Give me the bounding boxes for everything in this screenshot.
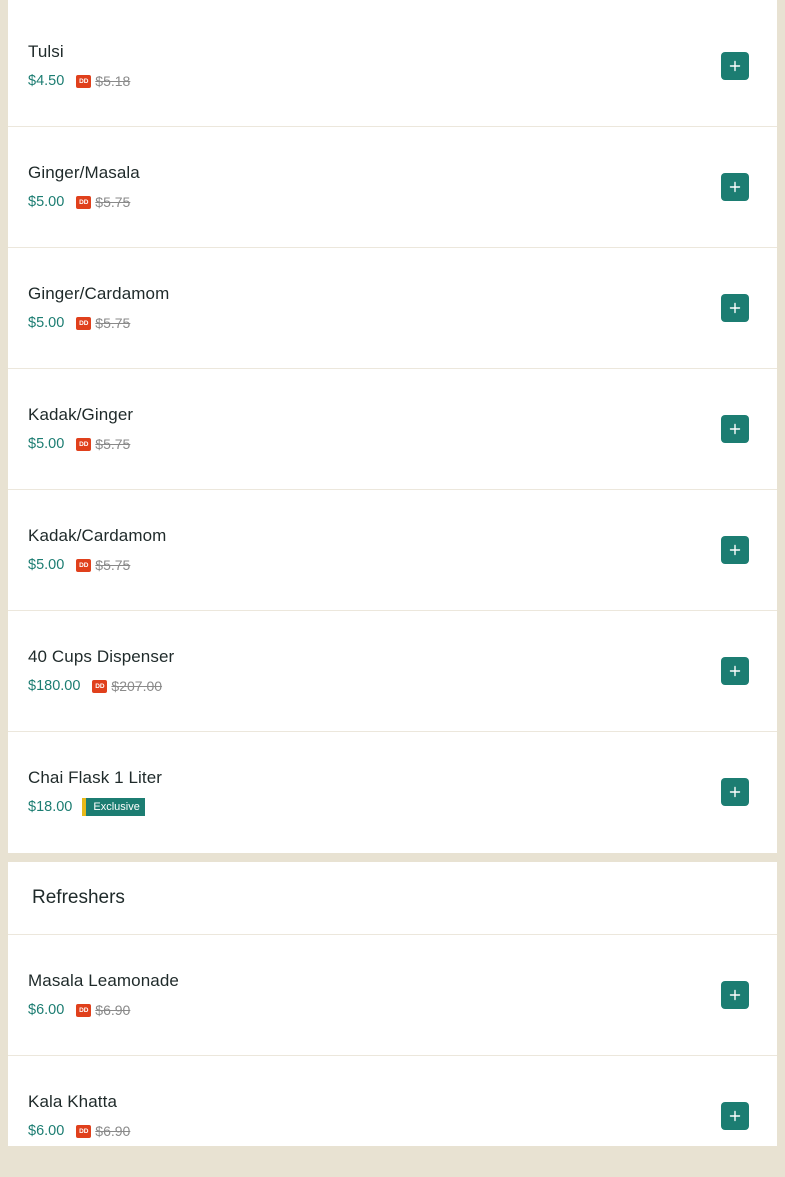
menu-item[interactable]: Kala Khatta $6.00 DD $6.90 <box>8 1056 777 1177</box>
item-name: Masala Leamonade <box>28 971 179 990</box>
plus-icon <box>729 665 741 677</box>
discount-badge: DD <box>76 316 92 330</box>
add-button[interactable] <box>721 657 749 685</box>
menu-item[interactable]: 40 Cups Dispenser $180.00 DD $207.00 <box>8 611 777 732</box>
plus-icon <box>729 181 741 193</box>
menu-item[interactable]: Kadak/Ginger $5.00 DD $5.75 <box>8 369 777 490</box>
add-button[interactable] <box>721 173 749 201</box>
item-name: Chai Flask 1 Liter <box>28 768 163 787</box>
original-price: $5.75 <box>95 194 131 210</box>
exclusive-tag: Exclusive <box>82 798 145 816</box>
original-price: $5.75 <box>95 436 131 452</box>
discount-badge: DD <box>76 1124 92 1138</box>
item-name: Kadak/Cardamom <box>28 526 167 545</box>
price-row: $6.00 DD $6.90 <box>28 1122 130 1140</box>
menu-item[interactable]: Kadak/Cardamom $5.00 DD $5.75 <box>8 490 777 611</box>
refreshers-section-card: Refreshers Masala Leamonade $6.00 DD $6.… <box>8 862 777 1146</box>
discount-badge: DD <box>76 437 92 451</box>
item-price: $6.00 <box>28 1123 65 1139</box>
price-row: $5.00 DD $5.75 <box>28 435 130 453</box>
plus-icon <box>729 544 741 556</box>
add-button[interactable] <box>721 52 749 80</box>
menu-item[interactable]: Masala Leamonade $6.00 DD $6.90 <box>8 935 777 1056</box>
section-header: Refreshers <box>8 862 777 935</box>
price-row: $4.50 DD $5.18 <box>28 72 130 90</box>
menu-item[interactable]: Chai Flask 1 Liter $18.00 Exclusive <box>8 732 777 853</box>
add-button[interactable] <box>721 294 749 322</box>
item-price: $5.00 <box>28 436 65 452</box>
add-button[interactable] <box>721 415 749 443</box>
add-button[interactable] <box>721 536 749 564</box>
item-price: $18.00 <box>28 799 73 815</box>
item-price: $5.00 <box>28 315 65 331</box>
price-row: $18.00 Exclusive <box>28 798 145 816</box>
discount-badge: DD <box>76 195 92 209</box>
discount-badge: DD <box>92 679 108 693</box>
item-name: 40 Cups Dispenser <box>28 647 175 666</box>
item-price: $6.00 <box>28 1002 65 1018</box>
original-price: $207.00 <box>111 678 163 694</box>
plus-icon <box>729 1110 741 1122</box>
item-name: Ginger/Masala <box>28 163 140 182</box>
original-price: $6.90 <box>95 1123 131 1139</box>
original-price: $5.18 <box>95 73 131 89</box>
plus-icon <box>729 423 741 435</box>
menu-section-card: Tulsi $4.50 DD $5.18 Ginger/Masala $5.00… <box>8 6 777 853</box>
menu-item[interactable]: Tulsi $4.50 DD $5.18 <box>8 6 777 127</box>
price-row: $5.00 DD $5.75 <box>28 314 130 332</box>
plus-icon <box>729 302 741 314</box>
price-row: $180.00 DD $207.00 <box>28 677 162 695</box>
price-row: $5.00 DD $5.75 <box>28 556 130 574</box>
plus-icon <box>729 786 741 798</box>
menu-item[interactable]: Ginger/Cardamom $5.00 DD $5.75 <box>8 248 777 369</box>
section-title: Refreshers <box>32 887 125 908</box>
price-row: $5.00 DD $5.75 <box>28 193 130 211</box>
item-price: $180.00 <box>28 678 81 694</box>
item-name: Tulsi <box>28 42 64 61</box>
add-button[interactable] <box>721 778 749 806</box>
discount-badge: DD <box>76 1003 92 1017</box>
item-name: Ginger/Cardamom <box>28 284 170 303</box>
menu-page: Tulsi $4.50 DD $5.18 Ginger/Masala $5.00… <box>0 0 785 1146</box>
item-price: $5.00 <box>28 194 65 210</box>
discount-badge: DD <box>76 74 92 88</box>
item-price: $4.50 <box>28 73 65 89</box>
discount-badge: DD <box>76 558 92 572</box>
plus-icon <box>729 989 741 1001</box>
original-price: $5.75 <box>95 315 131 331</box>
price-row: $6.00 DD $6.90 <box>28 1001 130 1019</box>
add-button[interactable] <box>721 1102 749 1130</box>
plus-icon <box>729 60 741 72</box>
item-name: Kala Khatta <box>28 1092 117 1111</box>
original-price: $6.90 <box>95 1002 131 1018</box>
item-name: Kadak/Ginger <box>28 405 134 424</box>
add-button[interactable] <box>721 981 749 1009</box>
menu-item[interactable]: Ginger/Masala $5.00 DD $5.75 <box>8 127 777 248</box>
original-price: $5.75 <box>95 557 131 573</box>
item-price: $5.00 <box>28 557 65 573</box>
